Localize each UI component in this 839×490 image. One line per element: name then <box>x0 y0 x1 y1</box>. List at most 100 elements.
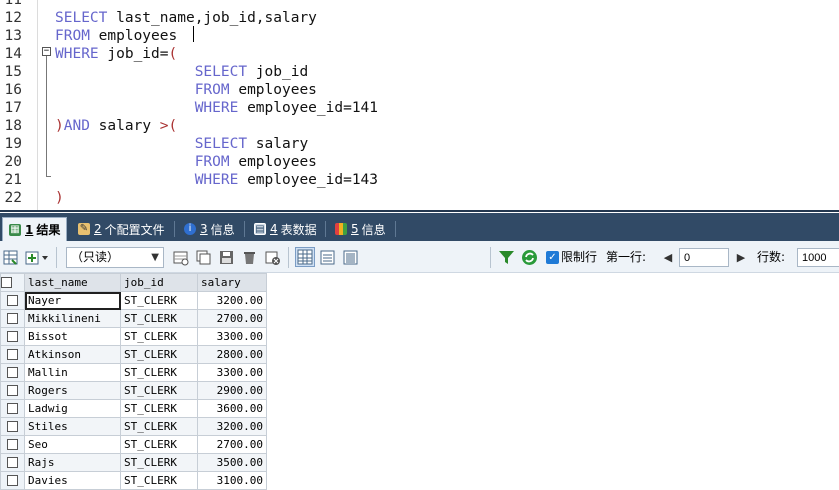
table-row[interactable]: Nayer ST_CLERK 3200.00 <box>0 291 267 310</box>
row-select-cell[interactable] <box>0 291 25 310</box>
select-all-cell[interactable] <box>0 273 25 292</box>
code-line[interactable]: 12 SELECT last_name,job_id,salary <box>0 9 839 27</box>
code-line[interactable]: 17 WHERE employee_id=141 <box>0 99 839 117</box>
cell-job-id[interactable]: ST_CLERK <box>120 345 198 364</box>
cell-last-name[interactable]: Bissot <box>24 327 121 346</box>
save-icon[interactable] <box>218 249 235 266</box>
cell-salary[interactable]: 2700.00 <box>197 435 267 454</box>
cell-last-name[interactable]: Davies <box>24 471 121 490</box>
export-icon[interactable] <box>2 249 19 266</box>
filter-icon[interactable] <box>498 249 515 266</box>
cell-job-id[interactable]: ST_CLERK <box>120 435 198 454</box>
cell-job-id[interactable]: ST_CLERK <box>120 327 198 346</box>
column-header-last-name[interactable]: last_name <box>24 273 121 292</box>
cell-job-id[interactable]: ST_CLERK <box>120 309 198 328</box>
tab-results[interactable]: ▦ 1 结果 <box>2 217 68 241</box>
table-row[interactable]: Rajs ST_CLERK 3500.00 <box>0 453 267 472</box>
code-line[interactable]: 18)AND salary >( <box>0 117 839 135</box>
cell-salary[interactable]: 3300.00 <box>197 327 267 346</box>
select-all-checkbox[interactable] <box>1 277 12 288</box>
cell-salary[interactable]: 2900.00 <box>197 381 267 400</box>
text-view-icon[interactable] <box>342 249 359 266</box>
code-line[interactable]: 13 FROM employees <box>0 27 839 45</box>
code-line[interactable]: 15 SELECT job_id <box>0 63 839 81</box>
cell-salary[interactable]: 3100.00 <box>197 471 267 490</box>
row-select-cell[interactable] <box>0 381 25 400</box>
row-checkbox[interactable] <box>7 457 18 468</box>
first-row-input[interactable] <box>679 248 729 267</box>
row-checkbox[interactable] <box>7 349 18 360</box>
result-grid[interactable]: last_name job_id salary Nayer ST_CLERK 320… <box>0 273 839 490</box>
tab-messages[interactable]: i 3 信息 <box>178 217 241 241</box>
row-select-cell[interactable] <box>0 399 25 418</box>
code-line[interactable]: 22) <box>0 189 839 207</box>
table-row[interactable]: Seo ST_CLERK 2700.00 <box>0 435 267 454</box>
cell-job-id[interactable]: ST_CLERK <box>120 471 198 490</box>
cell-salary[interactable]: 3600.00 <box>197 399 267 418</box>
code-line[interactable]: 20 FROM employees <box>0 153 839 171</box>
code-line[interactable]: 21 WHERE employee_id=143 <box>0 171 839 189</box>
cell-last-name[interactable]: Rajs <box>24 453 121 472</box>
column-header-salary[interactable]: salary <box>197 273 267 292</box>
grid-view-icon[interactable] <box>295 247 315 267</box>
cell-last-name[interactable]: Ladwig <box>24 399 121 418</box>
form-view-icon[interactable] <box>319 249 336 266</box>
table-row[interactable]: Stiles ST_CLERK 3200.00 <box>0 417 267 436</box>
cell-job-id[interactable]: ST_CLERK <box>120 453 198 472</box>
code-line[interactable]: 11 <box>0 0 839 9</box>
cell-salary[interactable]: 3200.00 <box>197 291 267 310</box>
cell-job-id[interactable]: ST_CLERK <box>120 417 198 436</box>
row-count-input[interactable] <box>797 248 839 267</box>
column-header-job-id[interactable]: job_id <box>120 273 198 292</box>
table-row[interactable]: Bissot ST_CLERK 3300.00 <box>0 327 267 346</box>
discard-changes-icon[interactable] <box>264 249 281 266</box>
cell-last-name[interactable]: Seo <box>24 435 121 454</box>
table-row[interactable]: Davies ST_CLERK 3100.00 <box>0 471 267 490</box>
tab-info[interactable]: 5 信息 <box>329 217 392 241</box>
table-row[interactable]: Mikkilineni ST_CLERK 2700.00 <box>0 309 267 328</box>
cell-job-id[interactable]: ST_CLERK <box>120 381 198 400</box>
tab-profiles[interactable]: ✎ 2 个配置文件 <box>72 217 171 241</box>
row-checkbox[interactable] <box>7 475 18 486</box>
tab-table-data[interactable]: ▤ 4 表数据 <box>248 217 323 241</box>
add-row-icon[interactable] <box>172 249 189 266</box>
duplicate-row-icon[interactable] <box>195 249 212 266</box>
row-checkbox[interactable] <box>7 295 18 306</box>
row-checkbox[interactable] <box>7 331 18 342</box>
table-row[interactable]: Atkinson ST_CLERK 2800.00 <box>0 345 267 364</box>
cell-job-id[interactable]: ST_CLERK <box>120 363 198 382</box>
row-select-cell[interactable] <box>0 363 25 382</box>
row-select-cell[interactable] <box>0 471 25 490</box>
cell-last-name[interactable]: Atkinson <box>24 345 121 364</box>
row-select-cell[interactable] <box>0 345 25 364</box>
cell-salary[interactable]: 3200.00 <box>197 417 267 436</box>
cell-last-name[interactable]: Rogers <box>24 381 121 400</box>
cell-salary[interactable]: 3500.00 <box>197 453 267 472</box>
row-select-cell[interactable] <box>0 309 25 328</box>
table-row[interactable]: Mallin ST_CLERK 3300.00 <box>0 363 267 382</box>
row-select-cell[interactable] <box>0 417 25 436</box>
cell-last-name[interactable]: Stiles <box>24 417 121 436</box>
sql-editor[interactable]: 11 12 SELECT last_name,job_id,salary 13 FROM… <box>0 0 839 212</box>
import-dropdown-icon[interactable] <box>24 249 50 266</box>
row-checkbox[interactable] <box>7 367 18 378</box>
row-select-cell[interactable] <box>0 453 25 472</box>
readonly-mode-select[interactable]: （只读） ▼ <box>66 247 164 268</box>
cell-salary[interactable]: 2800.00 <box>197 345 267 364</box>
cell-job-id[interactable]: ST_CLERK <box>120 291 198 310</box>
cell-job-id[interactable]: ST_CLERK <box>120 399 198 418</box>
row-checkbox[interactable] <box>7 421 18 432</box>
previous-page-icon[interactable]: ◀ <box>661 250 675 265</box>
cell-last-name[interactable]: Mikkilineni <box>24 309 121 328</box>
fold-toggle-icon[interactable]: − <box>42 47 51 56</box>
cell-last-name[interactable]: Mallin <box>24 363 121 382</box>
row-select-cell[interactable] <box>0 435 25 454</box>
delete-icon[interactable] <box>241 249 258 266</box>
limit-rows-checkbox[interactable]: ✓ <box>546 251 559 264</box>
row-checkbox[interactable] <box>7 385 18 396</box>
code-line[interactable]: 14 WHERE job_id=( <box>0 45 839 63</box>
row-checkbox[interactable] <box>7 403 18 414</box>
code-line[interactable]: 16 FROM employees <box>0 81 839 99</box>
cell-salary[interactable]: 3300.00 <box>197 363 267 382</box>
row-checkbox[interactable] <box>7 439 18 450</box>
